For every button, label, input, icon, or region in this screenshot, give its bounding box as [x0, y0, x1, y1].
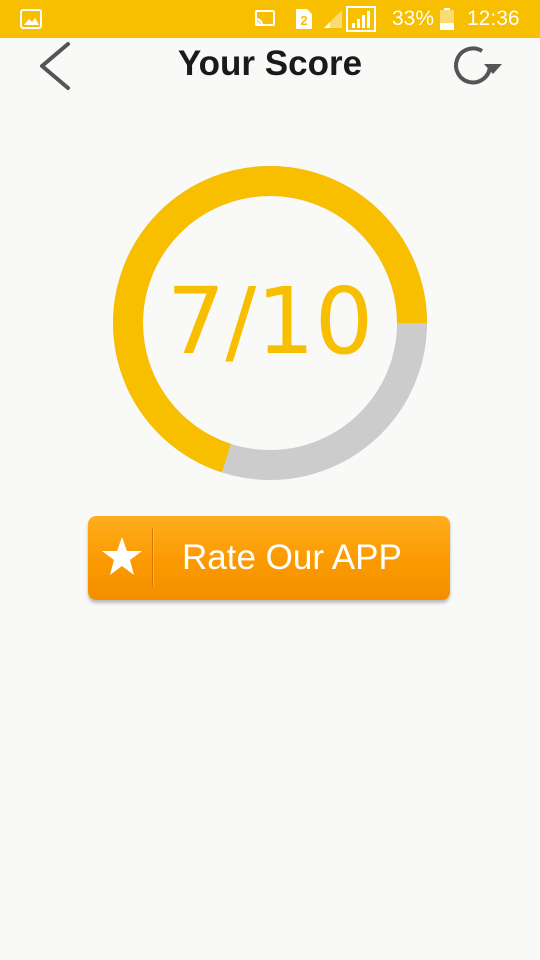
rate-app-label: Rate Our APP: [182, 538, 402, 577]
battery-percentage: 33%: [392, 7, 435, 30]
signal-icon: [346, 6, 376, 32]
back-button[interactable]: [30, 38, 80, 94]
refresh-button[interactable]: [446, 40, 506, 92]
chevron-left-icon: [40, 42, 70, 90]
sim-icon: 2: [296, 9, 312, 29]
refresh-icon: [454, 46, 502, 85]
score-value: 7/10: [166, 268, 374, 375]
signal-icon: [324, 10, 342, 28]
rate-app-button[interactable]: Rate Our APP: [88, 516, 450, 600]
page-title: Your Score: [177, 44, 363, 83]
button-divider: [152, 528, 153, 586]
svg-text:2: 2: [300, 13, 307, 28]
battery-icon: [440, 8, 454, 30]
gallery-icon: [20, 9, 42, 29]
status-clock: 12:36: [467, 7, 520, 30]
cast-icon: [255, 10, 275, 26]
status-bar: 2 33% 12:36: [0, 0, 540, 38]
star-icon: [102, 537, 142, 575]
